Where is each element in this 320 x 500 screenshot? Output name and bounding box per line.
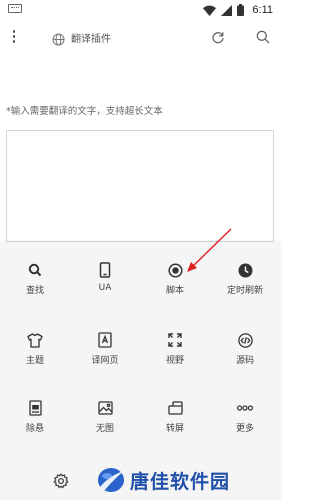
menu-item-no-image[interactable]: 无图: [70, 400, 140, 444]
menu-label: 转屏: [165, 424, 184, 434]
battery-icon: [237, 4, 245, 16]
refresh-icon[interactable]: [211, 29, 225, 44]
phone-icon: [97, 262, 113, 278]
address-bar[interactable]: 翻译插件: [45, 26, 200, 48]
shirt-icon: [27, 332, 43, 348]
menu-item-more[interactable]: 更多: [210, 400, 280, 444]
more-horiz-icon: [237, 400, 253, 416]
wifi-icon: [203, 5, 217, 16]
search-icon: [27, 262, 43, 278]
menu-label: UA: [98, 283, 112, 293]
menu-label: 除悬: [25, 424, 44, 434]
menu-label: 主题: [25, 356, 44, 366]
more-vert-icon[interactable]: [12, 30, 16, 44]
code-icon: [237, 332, 253, 348]
watermark-logo-icon: [96, 465, 126, 495]
status-time: 6:11: [252, 4, 273, 16]
clock-icon: [237, 262, 253, 278]
status-icons: 6:11: [203, 2, 273, 18]
translate-hint: *输入需要翻译的文字，支持超长文本: [6, 106, 163, 117]
menu-label: 视野: [165, 356, 184, 366]
menu-item-source[interactable]: 源码: [210, 332, 280, 376]
menu-label: 源码: [235, 356, 254, 366]
menu-item-find[interactable]: 查找: [0, 262, 70, 306]
settings-icon[interactable]: [53, 473, 69, 489]
record-icon: [167, 262, 183, 278]
bottom-bar: 唐佳软件园: [0, 462, 281, 500]
menu-label: 无图: [95, 424, 114, 434]
fullscreen-icon: [167, 332, 183, 348]
signal-icon: [221, 4, 233, 16]
menu-label: 更多: [235, 424, 254, 434]
menu-item-theme[interactable]: 主题: [0, 332, 70, 376]
menu-label: 译网页: [91, 356, 119, 366]
address-text: 翻译插件: [71, 33, 111, 45]
menu-label: 定时刷新: [226, 286, 263, 296]
watermark-text: 唐佳软件园: [130, 470, 231, 493]
browser-toolbar: 翻译插件: [0, 24, 281, 50]
translate-page-icon: [97, 332, 113, 348]
no-image-icon: [97, 400, 113, 416]
menu-item-translate-page[interactable]: 译网页: [70, 332, 140, 376]
menu-item-remove-float[interactable]: 除悬: [0, 400, 70, 444]
rotate-screen-icon: [167, 400, 183, 416]
globe-icon: [52, 31, 65, 45]
menu-item-ua[interactable]: UA: [70, 262, 140, 306]
search-icon[interactable]: [256, 29, 270, 44]
menu-item-rotate-screen[interactable]: 转屏: [140, 400, 210, 444]
menu-item-timed-refresh[interactable]: 定时刷新: [210, 262, 280, 306]
translate-input[interactable]: [6, 130, 274, 242]
menu-item-view[interactable]: 视野: [140, 332, 210, 376]
menu-label: 脚本: [165, 286, 184, 296]
menu-label: 查找: [25, 286, 44, 296]
no-float-icon: [27, 400, 43, 416]
status-bar: 6:11: [0, 0, 281, 20]
watermark: 唐佳软件园: [96, 464, 230, 496]
keyboard-icon: [8, 4, 22, 13]
menu-item-script[interactable]: 脚本: [140, 262, 210, 306]
